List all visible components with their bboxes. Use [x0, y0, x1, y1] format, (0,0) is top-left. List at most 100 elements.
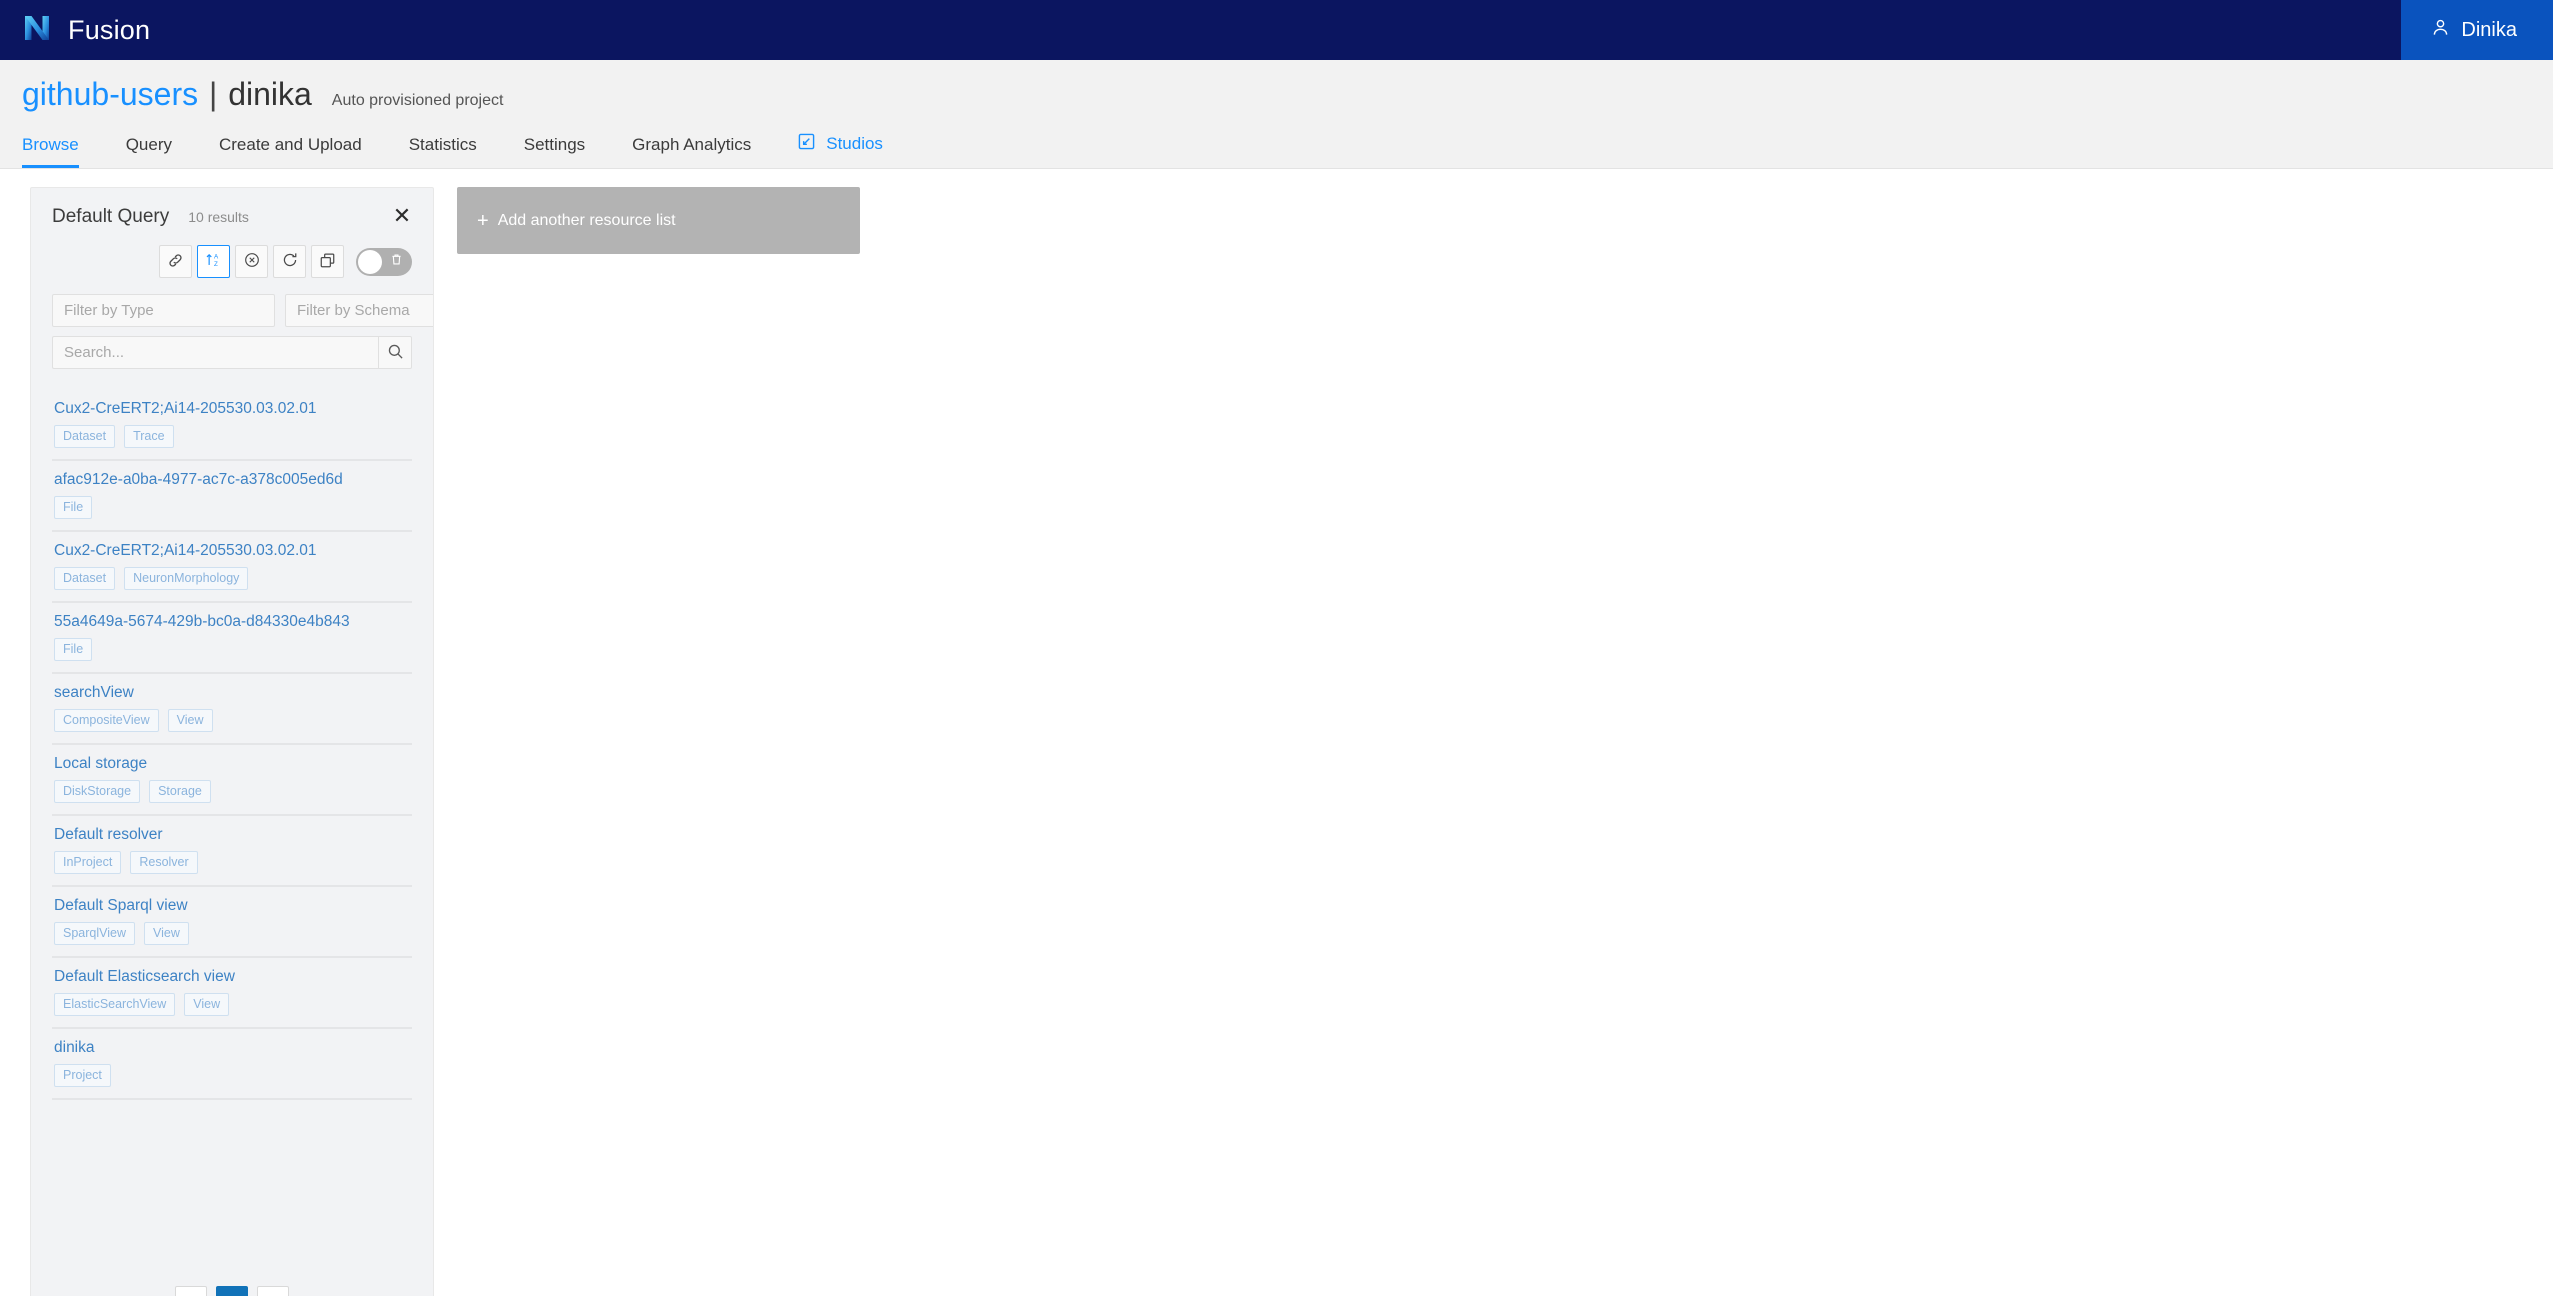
search-input[interactable] — [52, 336, 378, 369]
tag-row: InProject Resolver — [54, 851, 412, 874]
copy-squares-icon — [319, 252, 336, 272]
toggle-knob — [358, 249, 382, 274]
project-name-label: dinika — [228, 76, 312, 112]
resource-result-list: Cux2-CreERT2;Ai14-205530.03.02.01 Datase… — [52, 391, 412, 1100]
list-item[interactable]: dinika Project — [52, 1030, 412, 1100]
search-magnifier-icon — [387, 343, 404, 363]
list-item[interactable]: 55a4649a-5674-429b-bc0a-d84330e4b843 Fil… — [52, 604, 412, 674]
search-button[interactable] — [378, 336, 412, 369]
list-item[interactable]: afac912e-a0ba-4977-ac7c-a378c005ed6d Fil… — [52, 462, 412, 532]
tab-statistics[interactable]: Statistics — [409, 129, 477, 168]
pagination-next-button[interactable]: › — [257, 1286, 289, 1296]
clear-filters-button[interactable] — [235, 245, 268, 278]
list-item[interactable]: Cux2-CreERT2;Ai14-205530.03.02.01 Datase… — [52, 533, 412, 603]
resource-name[interactable]: dinika — [54, 1039, 412, 1057]
filter-by-schema-input[interactable] — [285, 294, 433, 327]
link-icon — [167, 252, 184, 272]
duplicate-button[interactable] — [311, 245, 344, 278]
tab-studios[interactable]: Studios — [798, 127, 883, 168]
project-org-link[interactable]: github-users — [22, 76, 198, 112]
add-panel-label: + Add another resource list — [477, 211, 676, 231]
list-item[interactable]: Default Elasticsearch view ElasticSearch… — [52, 959, 412, 1029]
nexus-n-logo-icon — [22, 13, 52, 48]
list-item[interactable]: Local storage DiskStorage Storage — [52, 746, 412, 816]
tab-create-and-upload[interactable]: Create and Upload — [219, 129, 362, 168]
project-tabs: Browse Query Create and Upload Statistic… — [22, 127, 2553, 168]
tag-row: Project — [54, 1064, 412, 1087]
search-row — [52, 336, 412, 369]
resource-tag: Project — [54, 1064, 111, 1087]
tab-settings[interactable]: Settings — [524, 129, 585, 168]
refresh-icon — [281, 251, 299, 272]
tab-studios-label: Studios — [826, 134, 883, 153]
filter-by-type-input[interactable] — [52, 294, 275, 327]
resource-tag: Dataset — [54, 425, 116, 448]
query-panel-header: Default Query 10 results — [52, 206, 412, 228]
list-item[interactable]: searchView CompositeView View — [52, 675, 412, 745]
resource-tag: Resolver — [130, 851, 198, 874]
query-panel: Default Query 10 results ✕ A Z Filter by… — [30, 187, 434, 1296]
resource-tag: View — [167, 709, 213, 732]
add-another-resource-list-button[interactable]: + Add another resource list — [457, 187, 860, 254]
plus-icon: + — [477, 209, 489, 232]
list-item[interactable]: Cux2-CreERT2;Ai14-205530.03.02.01 Datase… — [52, 391, 412, 461]
resource-tag: DiskStorage — [54, 780, 141, 803]
pagination-page-1-button[interactable]: 1 — [216, 1286, 248, 1296]
close-icon[interactable]: ✕ — [389, 203, 415, 229]
resource-name[interactable]: Default Elasticsearch view — [54, 968, 412, 986]
list-item[interactable]: Default resolver InProject Resolver — [52, 817, 412, 887]
list-item[interactable]: Default Sparql view SparqlView View — [52, 888, 412, 958]
resource-name[interactable]: Default Sparql view — [54, 897, 412, 915]
tag-row: ElasticSearchView View — [54, 993, 412, 1016]
trash-icon — [390, 253, 403, 271]
project-subtitle: Auto provisioned project — [331, 92, 504, 109]
sort-alpha-icon: A Z — [205, 251, 223, 272]
svg-text:Z: Z — [214, 261, 218, 268]
resource-tag: View — [144, 922, 189, 945]
resource-tag: File — [54, 638, 93, 661]
user-name-label: Dinika — [2461, 18, 2517, 41]
resource-name[interactable]: afac912e-a0ba-4977-ac7c-a378c005ed6d — [54, 471, 412, 489]
project-title-separator: | — [208, 76, 218, 112]
resource-tag: SparqlView — [54, 922, 136, 945]
resource-tag: Storage — [149, 780, 211, 803]
sort-button[interactable]: A Z — [197, 245, 230, 278]
results-count-label: 10 results — [188, 209, 249, 225]
page-title: github-users | dinika — [22, 76, 312, 113]
resource-name[interactable]: Cux2-CreERT2;Ai14-205530.03.02.01 — [54, 542, 412, 560]
user-person-icon — [2431, 18, 2450, 43]
resource-name[interactable]: Default resolver — [54, 826, 412, 844]
delete-mode-toggle[interactable] — [356, 247, 412, 276]
resource-name[interactable]: Cux2-CreERT2;Ai14-205530.03.02.01 — [54, 400, 412, 418]
pagination-prev-button[interactable]: ‹ — [175, 1286, 207, 1296]
tag-row: SparqlView View — [54, 922, 412, 945]
user-menu-button[interactable]: Dinika — [2401, 0, 2553, 60]
app-title: Fusion — [68, 14, 151, 45]
add-panel-text: Add another resource list — [497, 211, 676, 229]
resource-tag: Trace — [124, 425, 174, 448]
resource-tag: File — [54, 496, 93, 519]
query-panel-toolbar: A Z — [52, 245, 412, 278]
project-title-row: github-users | dinika Auto provisioned p… — [22, 76, 2553, 127]
resource-name[interactable]: 55a4649a-5674-429b-bc0a-d84330e4b843 — [54, 613, 412, 631]
tag-row: DiskStorage Storage — [54, 780, 412, 803]
tag-row: Dataset Trace — [54, 425, 412, 448]
query-panel-title: Default Query — [52, 206, 170, 227]
tag-row: CompositeView View — [54, 709, 412, 732]
workspace: Default Query 10 results ✕ A Z Filter by… — [0, 169, 2553, 1296]
project-header: github-users | dinika Auto provisioned p… — [0, 60, 2553, 169]
resource-tag: View — [184, 993, 230, 1016]
tab-browse[interactable]: Browse — [22, 129, 79, 168]
refresh-button[interactable] — [273, 245, 306, 278]
external-link-icon — [798, 133, 815, 155]
resource-name[interactable]: Local storage — [54, 755, 412, 773]
copy-link-button[interactable] — [159, 245, 192, 278]
resource-name[interactable]: searchView — [54, 684, 412, 702]
tab-graph-analytics[interactable]: Graph Analytics — [632, 129, 751, 168]
top-navigation-bar: Fusion Dinika — [0, 0, 2553, 60]
brand-area[interactable]: Fusion — [0, 13, 150, 48]
resource-tag: CompositeView — [54, 709, 159, 732]
tag-row: File — [54, 638, 412, 661]
tab-query[interactable]: Query — [126, 129, 172, 168]
resource-tag: ElasticSearchView — [54, 993, 176, 1016]
